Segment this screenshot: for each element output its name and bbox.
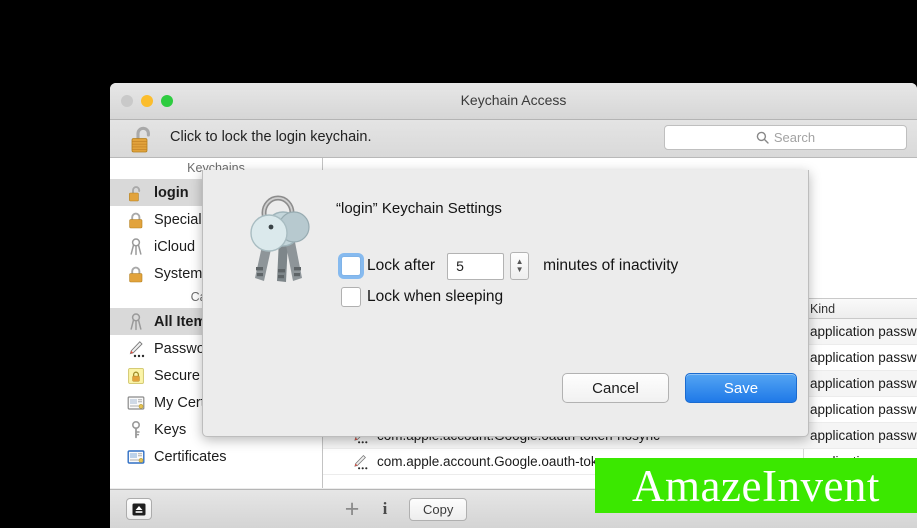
keyring-icon <box>126 312 146 332</box>
locked-padlock-icon <box>126 210 146 230</box>
column-header-kind: Kind <box>810 302 835 316</box>
sheet-title: “login” Keychain Settings <box>336 200 502 217</box>
keychain-settings-sheet: “login” Keychain Settings Lock after 5 ▲… <box>202 170 809 437</box>
lock-when-sleeping-row: Lock when sleeping <box>341 287 503 307</box>
screen: Keychain Access Click to lock the login <box>0 0 917 528</box>
row-kind: application password <box>810 324 917 339</box>
locked-padlock-icon <box>126 264 146 284</box>
blue-certificate-icon <box>126 447 146 467</box>
keyring-icon <box>126 237 146 257</box>
lock-after-row: Lock after 5 ▲ ▼ minutes of inactivity <box>341 252 678 280</box>
row-kind: application password <box>810 428 917 443</box>
lock-after-minutes-input[interactable]: 5 <box>447 253 504 280</box>
search-input[interactable]: Search <box>664 125 907 150</box>
copy-button[interactable]: Copy <box>409 498 467 521</box>
key-icon <box>126 420 146 440</box>
lock-when-sleeping-checkbox[interactable] <box>341 287 361 307</box>
unlocked-padlock-icon <box>126 183 146 203</box>
lock-after-stepper[interactable]: ▲ ▼ <box>510 252 529 280</box>
window-titlebar: Keychain Access <box>110 83 917 120</box>
sidebar-item-label: System <box>154 266 202 282</box>
lock-when-sleeping-label: Lock when sleeping <box>367 288 503 306</box>
lock-after-label: Lock after <box>367 257 435 275</box>
row-kind: application password <box>810 376 917 391</box>
info-button[interactable]: i <box>372 496 398 522</box>
sidebar-item-label: Certificates <box>154 449 227 465</box>
pencil-dots-icon <box>351 453 369 471</box>
unlocked-padlock-icon[interactable] <box>126 122 160 156</box>
certificate-icon <box>126 393 146 413</box>
save-button[interactable]: Save <box>685 373 797 403</box>
watermark: AmazeInvent <box>595 458 917 513</box>
keyring-icon <box>239 195 317 287</box>
search-icon <box>756 131 769 144</box>
sidebar-item-certificates[interactable]: Certificates <box>110 443 322 470</box>
sidebar-item-label: login <box>154 185 189 201</box>
stepper-down-icon[interactable]: ▼ <box>516 266 524 274</box>
sidebar-item-label: iCloud <box>154 239 195 255</box>
sidebar-item-label: Special <box>154 212 202 228</box>
cancel-button[interactable]: Cancel <box>562 373 669 403</box>
pencil-dots-icon <box>126 339 146 359</box>
eject-icon[interactable] <box>126 498 152 520</box>
lock-after-checkbox[interactable] <box>341 256 361 276</box>
row-kind: application password <box>810 402 917 417</box>
lock-toolbar: Click to lock the login keychain. Search <box>110 120 917 158</box>
add-item-button[interactable]: + <box>338 496 366 522</box>
lock-message: Click to lock the login keychain. <box>170 129 372 145</box>
watermark-text: AmazeInvent <box>632 460 880 512</box>
search-placeholder: Search <box>774 130 815 145</box>
lock-after-suffix: minutes of inactivity <box>543 257 678 275</box>
window-title: Keychain Access <box>110 92 917 108</box>
sidebar-item-label: Keys <box>154 422 186 438</box>
row-kind: application password <box>810 350 917 365</box>
yellow-lock-icon <box>126 366 146 386</box>
